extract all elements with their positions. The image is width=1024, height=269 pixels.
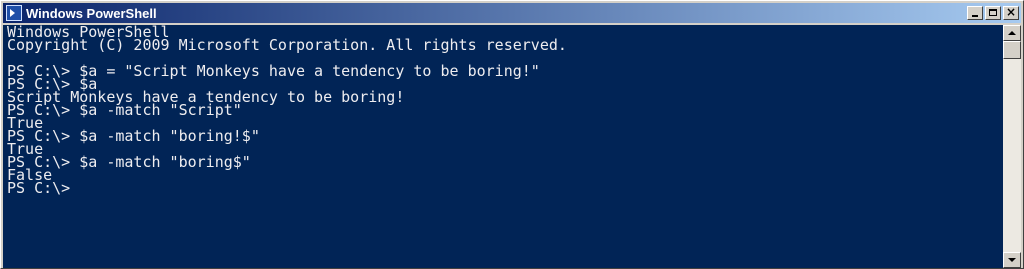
minimize-button[interactable] (967, 6, 983, 20)
vertical-scrollbar[interactable] (1003, 25, 1021, 268)
arrow-up-icon (1008, 31, 1016, 35)
arrow-down-icon (1008, 258, 1016, 262)
console-prompt-line: PS C:\> (7, 179, 71, 197)
window-title: Windows PowerShell (26, 5, 157, 21)
console-text: Windows PowerShell Copyright (C) 2009 Mic… (3, 25, 1003, 197)
console-line: PS C:\> $a -match "boring!$" (7, 127, 260, 145)
window-controls: × (965, 5, 1019, 20)
console-output[interactable]: Windows PowerShell Copyright (C) 2009 Mic… (3, 25, 1003, 268)
close-icon: × (1005, 5, 1017, 19)
console-line: Copyright (C) 2009 Microsoft Corporation… (7, 36, 567, 54)
scrollbar-thumb[interactable] (1003, 41, 1021, 59)
close-button[interactable]: × (1003, 5, 1019, 20)
powershell-icon[interactable] (6, 5, 22, 21)
title-bar[interactable]: Windows PowerShell × (3, 3, 1021, 23)
scroll-down-button[interactable] (1003, 252, 1021, 268)
console-line: PS C:\> $a = "Script Monkeys have a tend… (7, 62, 540, 80)
minimize-icon (972, 15, 978, 17)
console-line: PS C:\> $a -match "Script" (7, 101, 242, 119)
maximize-button[interactable] (985, 6, 1001, 20)
scroll-up-button[interactable] (1003, 25, 1021, 41)
maximize-icon (989, 9, 997, 16)
console-line: PS C:\> $a -match "boring$" (7, 153, 251, 171)
powershell-window: Windows PowerShell × Windows PowerShell C… (0, 0, 1024, 269)
